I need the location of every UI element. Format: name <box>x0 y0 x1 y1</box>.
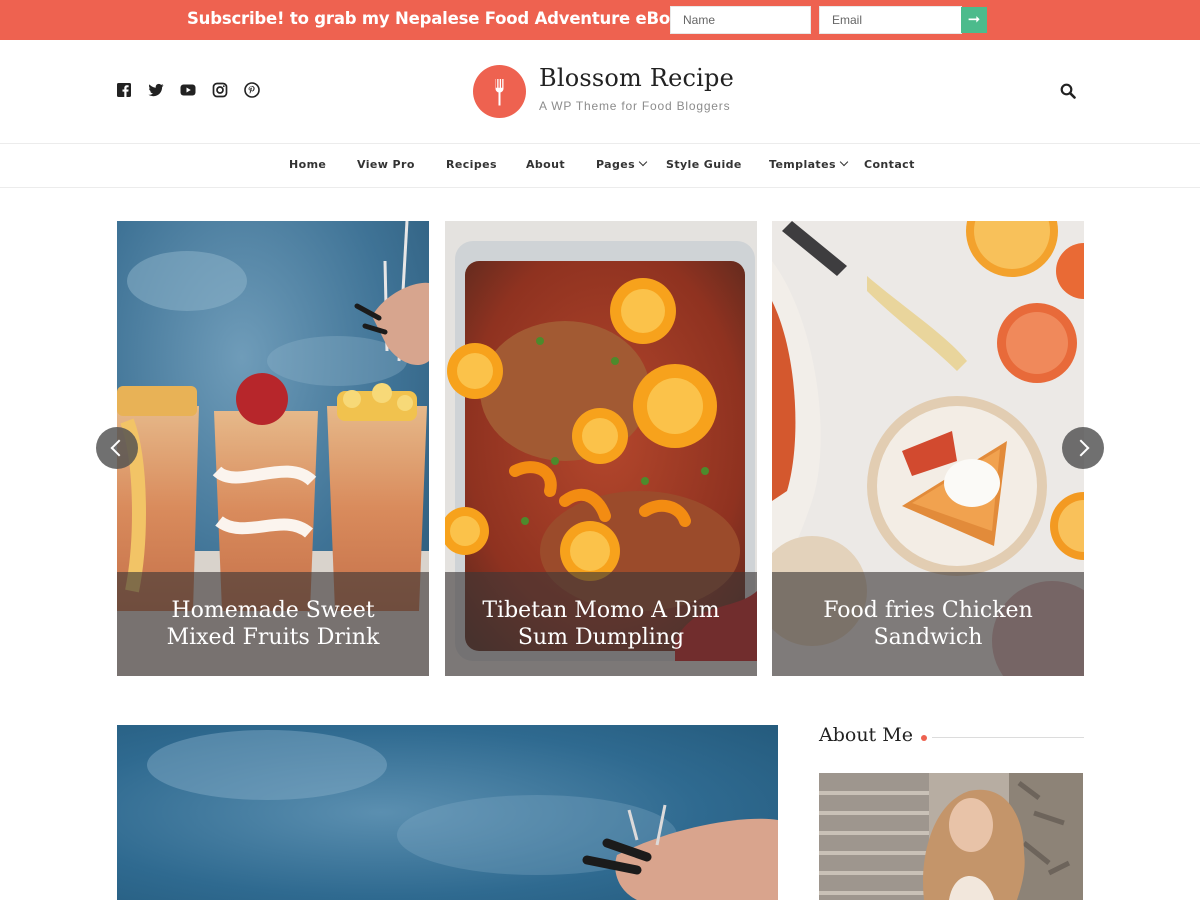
slide-card[interactable]: Homemade Sweet Mixed Fruits Drink <box>117 221 429 676</box>
subscribe-email-input[interactable] <box>819 6 962 34</box>
subscribe-name-input[interactable] <box>670 6 811 34</box>
heading-divider <box>932 737 1084 738</box>
about-me-heading: About Me <box>819 724 913 746</box>
nav-item-pages[interactable]: Pages <box>596 157 648 171</box>
slider-prev-button[interactable] <box>96 427 138 469</box>
fork-icon <box>495 79 504 106</box>
nav-item-style-guide[interactable]: Style Guide <box>666 158 742 171</box>
featured-image <box>117 725 778 900</box>
chevron-down-icon <box>839 157 849 167</box>
site-tagline: A WP Theme for Food Bloggers <box>539 99 731 113</box>
slide-caption: Tibetan Momo A Dim Sum Dumpling <box>445 572 757 676</box>
nav-item-about[interactable]: About <box>526 158 565 171</box>
youtube-icon[interactable] <box>180 82 196 98</box>
subscribe-text: Subscribe! to grab my Nepalese Food Adve… <box>187 9 700 28</box>
pinterest-icon[interactable] <box>244 82 260 98</box>
instagram-icon[interactable] <box>212 82 228 98</box>
site-logo[interactable] <box>473 65 526 118</box>
slide-card[interactable]: Tibetan Momo A Dim Sum Dumpling <box>445 221 757 676</box>
facebook-icon[interactable] <box>116 82 132 98</box>
chevron-down-icon <box>638 157 648 167</box>
site-title[interactable]: Blossom Recipe <box>539 64 734 92</box>
arrow-right-icon: ➞ <box>967 11 981 28</box>
nav-item-recipes[interactable]: Recipes <box>446 158 497 171</box>
subscribe-submit-button[interactable]: ➞ <box>961 7 987 33</box>
slider-next-button[interactable] <box>1062 427 1104 469</box>
slide-caption: Food fries Chicken Sandwich <box>772 572 1084 676</box>
nav-item-view-pro[interactable]: View Pro <box>357 158 415 171</box>
nav-item-contact[interactable]: Contact <box>864 158 915 171</box>
nav-item-templates-label: Templates <box>769 158 836 171</box>
slide-card[interactable]: Food fries Chicken Sandwich <box>772 221 1084 676</box>
heading-accent-dot <box>921 735 927 741</box>
about-me-photo <box>819 773 1083 900</box>
main-nav: Home View Pro Recipes About Pages Style … <box>0 143 1200 188</box>
subscribe-bar: Subscribe! to grab my Nepalese Food Adve… <box>0 0 1200 40</box>
twitter-icon[interactable] <box>148 82 164 98</box>
author-portrait <box>819 773 1083 900</box>
search-icon[interactable] <box>1060 83 1076 99</box>
nav-item-home[interactable]: Home <box>289 158 326 171</box>
slide-title[interactable]: Homemade Sweet Mixed Fruits Drink <box>143 597 403 651</box>
slide-title[interactable]: Food fries Chicken Sandwich <box>798 597 1058 651</box>
slide-title[interactable]: Tibetan Momo A Dim Sum Dumpling <box>471 597 731 651</box>
nav-item-pages-label: Pages <box>596 158 636 171</box>
nav-item-templates[interactable]: Templates <box>769 157 849 171</box>
slide-caption: Homemade Sweet Mixed Fruits Drink <box>117 572 429 676</box>
featured-post-image[interactable] <box>117 725 778 900</box>
social-links <box>116 82 260 98</box>
